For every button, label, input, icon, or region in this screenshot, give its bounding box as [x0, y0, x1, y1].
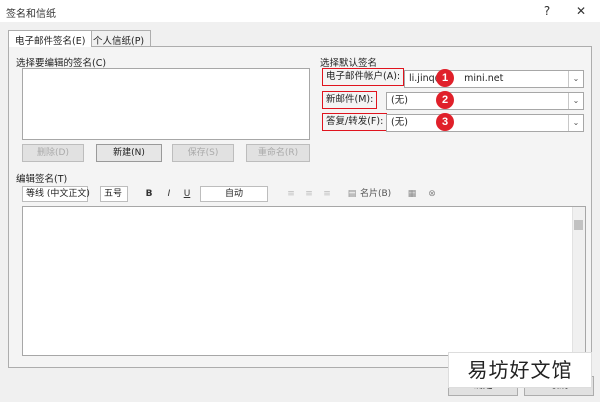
underline-button[interactable]: U: [180, 186, 194, 202]
rename-button[interactable]: 重命名(R): [246, 144, 310, 162]
new-message-select[interactable]: (无) ⌄: [386, 92, 584, 110]
font-select[interactable]: 等线 (中文正文): [22, 186, 90, 202]
italic-button[interactable]: I: [162, 186, 176, 202]
bold-button[interactable]: B: [142, 186, 156, 202]
scrollbar-thumb[interactable]: [574, 220, 583, 230]
window-title: 签名和信纸: [6, 9, 56, 20]
align-left-icon[interactable]: ≡: [284, 186, 298, 202]
default-signature-label: 选择默认签名: [320, 58, 378, 69]
reply-forward-value: (无): [391, 117, 408, 128]
reply-forward-select[interactable]: (无) ⌄: [386, 114, 584, 132]
title-bar: [0, 0, 600, 22]
insert-hyperlink-icon[interactable]: ⊗: [426, 186, 438, 202]
email-account-value-tail: mini.net: [464, 73, 504, 84]
email-account-label: 电子邮件帐户(A):: [322, 68, 405, 86]
edit-signature-label: 编辑签名(T): [16, 174, 68, 185]
save-button[interactable]: 保存(S): [172, 144, 234, 162]
annotation-badge-1: 1: [436, 69, 454, 87]
watermark: 易坊好文馆: [448, 352, 592, 388]
reply-forward-label: 答复/转发(F):: [322, 113, 388, 131]
annotation-badge-2: 2: [436, 91, 454, 109]
close-button[interactable]: ✕: [570, 2, 592, 20]
signature-list-label: 选择要编辑的签名(C): [16, 58, 107, 69]
tab-email-signature[interactable]: 电子邮件签名(E): [8, 30, 93, 47]
new-message-value: (无): [391, 95, 408, 106]
business-card-button[interactable]: 名片(B): [360, 186, 400, 202]
align-center-icon[interactable]: ≡: [302, 186, 316, 202]
chevron-down-icon: ⌄: [568, 115, 583, 131]
delete-button[interactable]: 删除(D): [22, 144, 84, 162]
new-message-label: 新邮件(M):: [322, 91, 378, 109]
tab-personal-stationery[interactable]: 个人信纸(P): [86, 30, 152, 47]
signature-editor[interactable]: [22, 206, 586, 356]
font-size-select[interactable]: 五号: [100, 186, 128, 202]
signature-list[interactable]: [22, 68, 310, 140]
insert-picture-icon[interactable]: ▦: [406, 186, 418, 202]
new-button[interactable]: 新建(N): [96, 144, 162, 162]
email-account-select[interactable]: li.jinq@ mini.net ⌄: [404, 70, 584, 88]
annotation-badge-3: 3: [436, 113, 454, 131]
font-color-select[interactable]: 自动: [200, 186, 268, 202]
chevron-down-icon: ⌄: [568, 93, 583, 109]
business-card-icon: ▤: [347, 189, 357, 199]
align-right-icon[interactable]: ≡: [320, 186, 334, 202]
chevron-down-icon: ⌄: [568, 71, 583, 87]
help-button[interactable]: ?: [536, 2, 558, 20]
